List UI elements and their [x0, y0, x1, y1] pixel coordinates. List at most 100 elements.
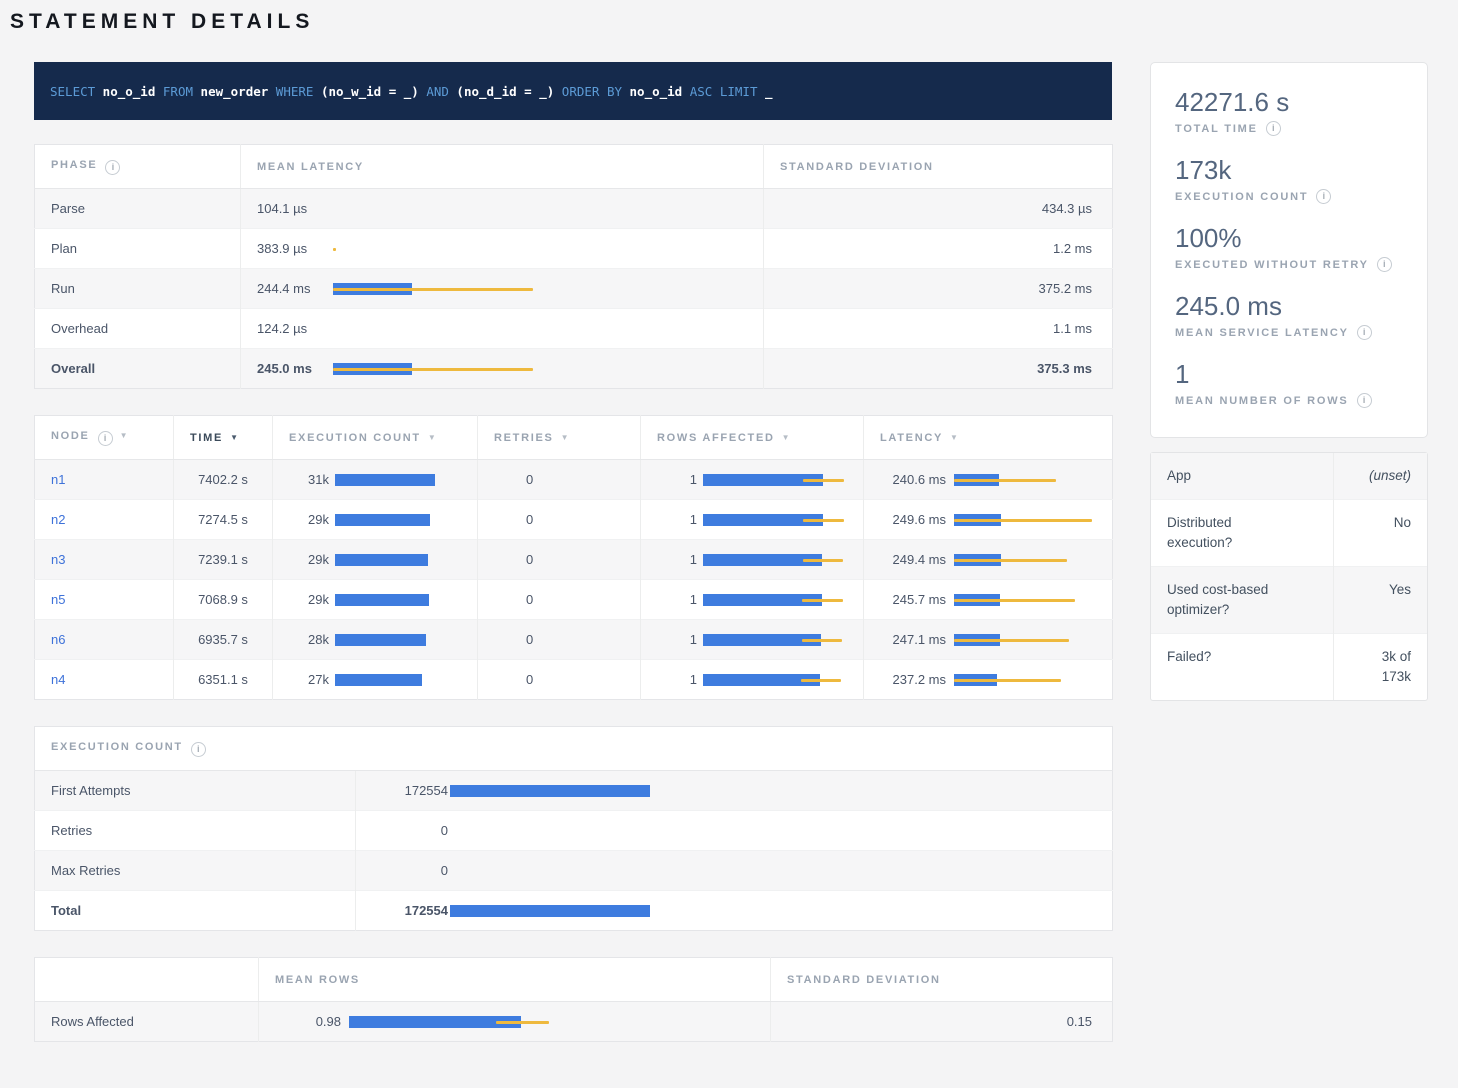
column-header-label: RETRIES — [494, 432, 554, 444]
mean-latency-bar-cell: 245.0 ms — [257, 361, 747, 376]
mean-rows-cell: 0.98 — [259, 1002, 771, 1042]
info-icon[interactable]: i — [1316, 189, 1331, 204]
node-table-row: n27274.5 s29k01249.6 ms — [35, 500, 1113, 540]
bar-chart — [335, 474, 461, 486]
summary-stat: 100%EXECUTED WITHOUT RETRYi — [1175, 223, 1403, 272]
attribute-value: Yes — [1333, 567, 1427, 634]
retries-value: 0 — [478, 540, 641, 580]
execution-count-row-bar-cell: 0 — [372, 863, 1096, 878]
rows-affected-bar-cell: 1 — [657, 672, 847, 687]
info-icon[interactable]: i — [1357, 393, 1372, 408]
summary-stat-label: MEAN SERVICE LATENCYi — [1175, 325, 1403, 340]
stdev-line — [954, 559, 1067, 562]
phase-label: Overhead — [35, 309, 241, 349]
sort-descending-icon: ▼ — [230, 433, 238, 442]
attribute-row: Used cost-based optimizer?Yes — [1151, 567, 1427, 634]
blank-column-header — [35, 958, 259, 1002]
info-icon[interactable]: i — [1357, 325, 1372, 340]
phase-table-row: Overall245.0 ms375.3 ms — [35, 349, 1113, 389]
column-header-latency[interactable]: LATENCY▼ — [864, 416, 1113, 460]
node-link[interactable]: n5 — [51, 592, 65, 607]
execution-count-value: 29k — [289, 512, 329, 527]
node-link[interactable]: n3 — [51, 552, 65, 567]
mean-latency-value: 245.0 ms — [257, 361, 325, 376]
rows-affected-table: MEAN ROWS STANDARD DEVIATION Rows Affect… — [34, 957, 1113, 1042]
standard-deviation-header-label: STANDARD DEVIATION — [780, 161, 934, 173]
standard-deviation-column-header: STANDARD DEVIATION — [764, 145, 1113, 189]
mean-latency-header-label: MEAN LATENCY — [257, 161, 364, 173]
sort-descending-icon: ▼ — [428, 433, 436, 442]
stdev-line — [803, 479, 844, 482]
attribute-row: Distributed execution?No — [1151, 500, 1427, 567]
execution-count-row-label: Max Retries — [35, 851, 356, 891]
attribute-label: Used cost-based optimizer? — [1151, 567, 1333, 634]
column-header-retries[interactable]: RETRIES ▼ — [478, 416, 641, 460]
node-link[interactable]: n1 — [51, 472, 65, 487]
latency-bar-cell: 245.7 ms — [880, 592, 1096, 607]
sql-identifier: (no_d_id = _) — [449, 84, 554, 99]
info-icon[interactable]: i — [1377, 257, 1392, 272]
summary-stat-label-text: EXECUTION COUNT — [1175, 191, 1308, 203]
stdev-line — [954, 639, 1069, 642]
sort-descending-icon: ▼ — [782, 433, 790, 442]
execution-count-row-label: Retries — [35, 811, 356, 851]
summary-stat-label: EXECUTION COUNT i — [1175, 189, 1403, 204]
bar-blue — [335, 474, 435, 486]
sql-identifier: _ — [757, 84, 772, 99]
time-value: 7402.2 s — [174, 460, 273, 500]
phase-label: Overall — [35, 349, 241, 389]
execution-count-row: Retries0 — [35, 811, 1113, 851]
node-cell: n1 — [35, 460, 174, 500]
stdev-line — [333, 288, 533, 291]
column-header-time[interactable]: TIME ▼ — [174, 416, 273, 460]
summary-stat-value: 42271.6 s — [1175, 87, 1403, 117]
summary-stat-value: 245.0 ms — [1175, 291, 1403, 321]
node-link[interactable]: n6 — [51, 632, 65, 647]
stdev-line — [333, 248, 336, 251]
bar-chart — [335, 634, 461, 646]
column-header-label: EXECUTION COUNT — [289, 432, 421, 444]
mean-latency-value: 124.2 µs — [257, 321, 325, 336]
bar-chart — [450, 905, 1096, 917]
sort-descending-icon: ▼ — [561, 433, 569, 442]
summary-stat: 173kEXECUTION COUNTi — [1175, 155, 1403, 204]
latency-cell: 245.7 ms — [864, 580, 1113, 620]
attribute-value: No — [1333, 500, 1427, 567]
info-icon[interactable]: i — [1266, 121, 1281, 136]
sql-keyword: WHERE — [268, 84, 313, 99]
statement-attributes-table: App(unset)Distributed execution?NoUsed c… — [1151, 453, 1427, 700]
rows-affected-cell: 1 — [641, 580, 864, 620]
info-icon[interactable]: i — [98, 431, 113, 446]
sql-keyword: FROM — [155, 84, 193, 99]
execution-count-bar-cell: 27k — [289, 672, 461, 687]
column-header-rows-affected[interactable]: ROWS AFFECTED▼ — [641, 416, 864, 460]
latency-value: 237.2 ms — [880, 672, 946, 687]
summary-stat-label: MEAN NUMBER OF ROWSi — [1175, 393, 1403, 408]
info-icon[interactable]: i — [191, 742, 206, 757]
column-header-label: LATENCY — [880, 432, 943, 444]
column-header-node[interactable]: NODE i ▼ — [35, 416, 174, 460]
bar-chart — [333, 243, 747, 255]
mean-rows-column-header: MEAN ROWS — [259, 958, 771, 1002]
summary-stat-value: 100% — [1175, 223, 1403, 253]
stdev-line — [333, 368, 533, 371]
time-value: 6351.1 s — [174, 660, 273, 700]
attribute-value: 3k of 173k — [1333, 634, 1427, 701]
column-header-execution-count[interactable]: EXECUTION COUNT ▼ — [273, 416, 478, 460]
sql-keyword: AND — [419, 84, 449, 99]
phase-column-header: PHASEi — [35, 145, 241, 189]
sql-keyword: SELECT — [50, 84, 95, 99]
mean-latency-value: 383.9 µs — [257, 241, 325, 256]
node-link[interactable]: n4 — [51, 672, 65, 687]
sort-descending-icon: ▼ — [120, 431, 128, 440]
column-header-label: TIME — [190, 432, 223, 444]
node-link[interactable]: n2 — [51, 512, 65, 527]
execution-count-row-bar-cell: 172554 — [372, 903, 1096, 918]
column-header-label: NODE — [51, 430, 90, 442]
bar-chart — [450, 865, 1096, 877]
attribute-row: Failed?3k of 173k — [1151, 634, 1427, 701]
execution-count-value: 27k — [289, 672, 329, 687]
standard-deviation-value: 434.3 µs — [764, 189, 1113, 229]
info-icon[interactable]: i — [105, 160, 120, 175]
retries-value: 0 — [478, 580, 641, 620]
